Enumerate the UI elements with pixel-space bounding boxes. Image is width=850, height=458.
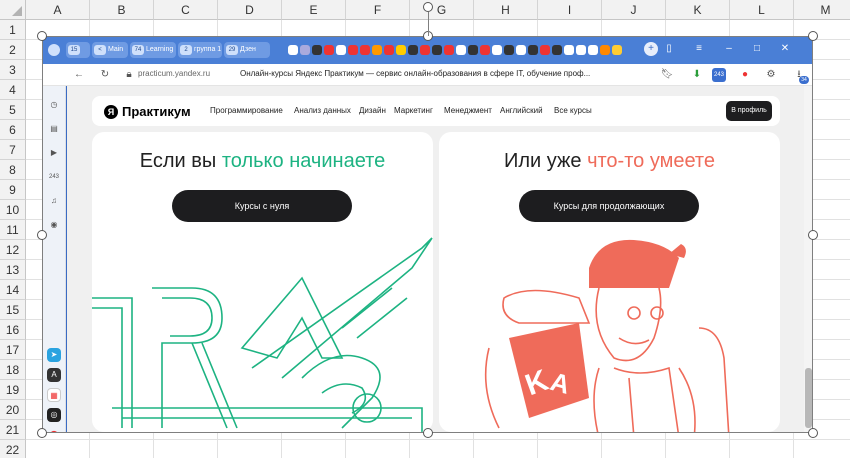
column-header-k[interactable]: K	[666, 0, 730, 20]
picture-selection-border	[42, 36, 813, 433]
row-header-19[interactable]: 19	[0, 380, 26, 400]
row-header-2[interactable]: 2	[0, 40, 26, 60]
row-header-12[interactable]: 12	[0, 240, 26, 260]
row-header-11[interactable]: 11	[0, 220, 26, 240]
resize-handle[interactable]	[37, 230, 47, 240]
resize-handle[interactable]	[37, 31, 47, 41]
excel-window: ABCDEFGHIJKLM 1 2 3 4 5 6 7 8 9 10 11 12 13 14 15 16 17 1…	[0, 0, 850, 458]
column-header-i[interactable]: I	[538, 0, 602, 20]
column-header-j[interactable]: J	[602, 0, 666, 20]
column-header-c[interactable]: C	[154, 0, 218, 20]
resize-handle[interactable]	[808, 230, 818, 240]
row-header-16[interactable]: 16	[0, 320, 26, 340]
column-header-g[interactable]: G	[410, 0, 474, 20]
row-header-21[interactable]: 21	[0, 420, 26, 440]
column-header-h[interactable]: H	[474, 0, 538, 20]
column-header-d[interactable]: D	[218, 0, 282, 20]
row-header-8[interactable]: 8	[0, 160, 26, 180]
column-header-f[interactable]: F	[346, 0, 410, 20]
resize-handle[interactable]	[808, 31, 818, 41]
gridline-horizontal	[26, 439, 850, 440]
column-header-l[interactable]: L	[730, 0, 794, 20]
row-header-14[interactable]: 14	[0, 280, 26, 300]
row-header-15[interactable]: 15	[0, 300, 26, 320]
row-header-18[interactable]: 18	[0, 360, 26, 380]
row-header-7[interactable]: 7	[0, 140, 26, 160]
row-header-13[interactable]: 13	[0, 260, 26, 280]
column-header-a[interactable]: A	[26, 0, 90, 20]
resize-handle[interactable]	[423, 428, 433, 438]
rotate-handle-stem	[428, 12, 429, 36]
rotate-handle[interactable]	[423, 2, 433, 12]
row-header-10[interactable]: 10	[0, 200, 26, 220]
column-header-m[interactable]: M	[794, 0, 850, 20]
select-all-corner[interactable]	[0, 0, 26, 20]
row-header-17[interactable]: 17	[0, 340, 26, 360]
row-header-4[interactable]: 4	[0, 80, 26, 100]
column-header-b[interactable]: B	[90, 0, 154, 20]
row-header-20[interactable]: 20	[0, 400, 26, 420]
column-header-e[interactable]: E	[282, 0, 346, 20]
row-header-3[interactable]: 3	[0, 60, 26, 80]
row-header-6[interactable]: 6	[0, 120, 26, 140]
resize-handle[interactable]	[808, 428, 818, 438]
row-header-1[interactable]: 1	[0, 20, 26, 40]
resize-handle[interactable]	[37, 428, 47, 438]
row-header-22[interactable]: 22	[0, 440, 26, 458]
row-header-5[interactable]: 5	[0, 100, 26, 120]
row-header-9[interactable]: 9	[0, 180, 26, 200]
